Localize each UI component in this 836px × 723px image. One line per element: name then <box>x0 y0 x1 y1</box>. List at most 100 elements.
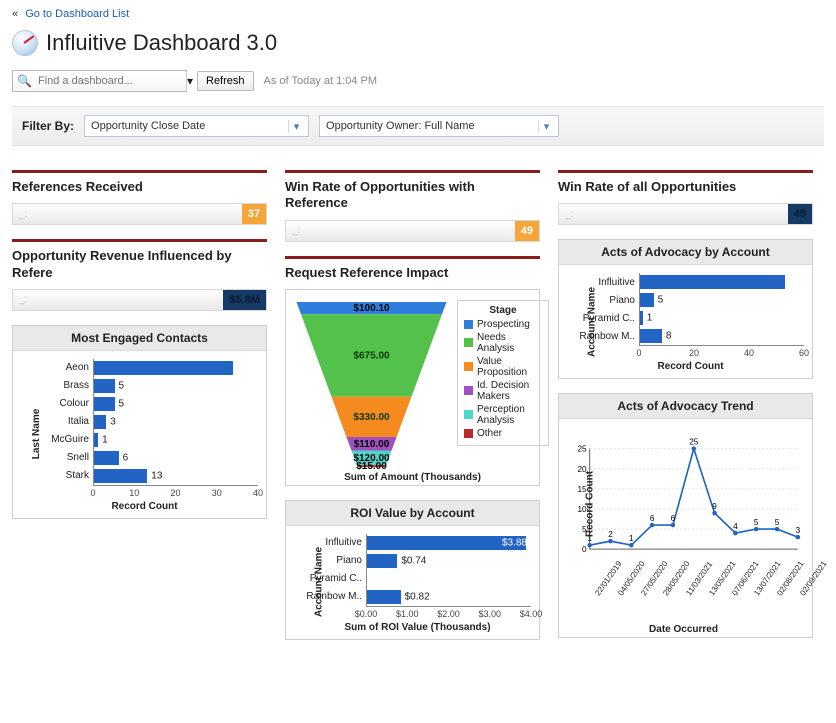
legend-item: Value Proposition <box>464 356 542 378</box>
funnel-value-label: $675.00 <box>353 350 390 361</box>
bar-fill <box>367 554 397 568</box>
toolbar: 🔍 ▾ Refresh As of Today at 1:04 PM <box>12 70 824 92</box>
bar-fill <box>94 415 106 429</box>
chevron-down-icon[interactable]: ▾ <box>186 71 193 91</box>
column-3: Win Rate of all Opportunities _: 49 Acts… <box>558 170 813 640</box>
bar-track: 8 <box>639 327 804 345</box>
gauge-tick: _: <box>19 294 27 305</box>
legend-label: Other <box>477 428 502 439</box>
gauge-tick: _: <box>19 209 27 220</box>
point-label: 6 <box>671 514 676 523</box>
bar-track: 53 <box>639 273 804 291</box>
x-tick: 10 <box>129 488 139 498</box>
y-axis-label: Record Count <box>585 471 596 537</box>
svg-text:0: 0 <box>582 546 587 555</box>
bar-fill <box>94 379 115 393</box>
bar-value-label: $0.82 <box>405 591 430 602</box>
point-label: 5 <box>775 518 780 527</box>
legend-label: Needs Analysis <box>477 332 542 354</box>
data-point <box>733 531 738 536</box>
metric-references-received: References Received _: 37 <box>12 170 267 225</box>
bar-row: Pyramid C.. 1 <box>577 309 804 327</box>
filter-owner-dropdown[interactable]: Opportunity Owner: Full Name ▾ <box>319 115 559 137</box>
x-axis-label: Record Count <box>31 501 258 512</box>
x-tick: $0.00 <box>355 609 378 619</box>
x-axis-label: Record Count <box>577 361 804 372</box>
find-dashboard-combobox[interactable]: 🔍 ▾ <box>12 70 187 92</box>
x-tick: $1.00 <box>396 609 419 619</box>
chart-engaged-contacts[interactable]: Most Engaged Contacts Last Name Aeon 34 … <box>12 325 267 519</box>
gauge-icon <box>12 30 38 56</box>
bar-series: Influitive 53 Piano 5 Pyramid C.. 1 Rain… <box>577 273 804 345</box>
bar-row: Rainbow M.. 8 <box>577 327 804 345</box>
component-title: Win Rate of all Opportunities <box>558 170 813 195</box>
back-link[interactable]: Go to Dashboard List <box>25 8 129 20</box>
bar-fill <box>94 397 115 411</box>
x-tick: $3.00 <box>478 609 501 619</box>
legend-label: Id. Decision Makers <box>477 380 542 402</box>
gauge-value: $5.8M <box>223 290 266 310</box>
x-tick: 30 <box>212 488 222 498</box>
x-tick: 60 <box>799 348 809 358</box>
gauge-bar[interactable]: _: 37 <box>12 203 267 225</box>
component-title: Opportunity Revenue Influenced by Refere <box>12 239 267 281</box>
x-axis-label: Sum of ROI Value (Thousands) <box>304 622 531 633</box>
bar-track: 34 <box>93 359 258 377</box>
bar-row: Rainbow M.. $0.82 <box>304 588 531 606</box>
point-label: 3 <box>796 526 801 535</box>
legend-label: Value Proposition <box>477 356 542 378</box>
bar-track: $0.82 <box>366 588 531 606</box>
bar-value-label: 13 <box>151 470 162 481</box>
filter-close-date-dropdown[interactable]: Opportunity Close Date ▾ <box>84 115 309 137</box>
line-svg: 0510152025121662594553 <box>563 427 804 577</box>
data-point <box>629 543 634 548</box>
bar-row: Influitive 53 <box>577 273 804 291</box>
gauge-bar[interactable]: _: $5.8M <box>12 289 267 311</box>
metric-revenue-influenced: Opportunity Revenue Influenced by Refere… <box>12 239 267 311</box>
x-axis-ticks: 0204060 <box>639 345 804 359</box>
gauge-bar[interactable]: _: 49 <box>558 203 813 225</box>
bar-fill <box>640 293 654 307</box>
filter-bar: Filter By: Opportunity Close Date ▾ Oppo… <box>12 106 824 146</box>
filter-owner-value: Opportunity Owner: Full Name <box>326 120 475 132</box>
bar-fill <box>640 329 662 343</box>
legend-title: Stage <box>464 305 542 316</box>
x-tick: 20 <box>689 348 699 358</box>
gauge-value: 49 <box>515 221 539 241</box>
bar-fill <box>94 451 119 465</box>
gauge-tick: _: <box>292 225 300 236</box>
bar-value-label: 1 <box>102 434 108 445</box>
x-axis-ticks: 22/01/201904/05/202027/05/202028/05/2020… <box>589 580 804 622</box>
bar-track: 1 <box>639 309 804 327</box>
find-dashboard-input[interactable] <box>36 74 182 88</box>
chart-acts-by-account[interactable]: Acts of Advocacy by Account Account Name… <box>558 239 813 379</box>
column-1: References Received _: 37 Opportunity Re… <box>12 170 267 640</box>
data-point <box>712 511 717 516</box>
bar-track: 5 <box>93 395 258 413</box>
chart-title: Most Engaged Contacts <box>13 326 266 351</box>
category-label: Brass <box>31 380 89 391</box>
bar-row: Brass 5 <box>31 377 258 395</box>
x-tick: 20 <box>170 488 180 498</box>
filter-close-date-value: Opportunity Close Date <box>91 120 205 132</box>
bar-track: $0.74 <box>366 552 531 570</box>
bar-track: 5 <box>639 291 804 309</box>
filter-by-label: Filter By: <box>22 119 74 133</box>
x-axis-label: Sum of Amount (Thousands) <box>290 472 535 483</box>
chart-acts-trend[interactable]: Acts of Advocacy Trend Record Count 0510… <box>558 393 813 638</box>
breadcrumb: « Go to Dashboard List <box>12 8 824 20</box>
chart-funnel[interactable]: $100.10$675.00$330.00$110.00$120.00$15.0… <box>285 289 540 486</box>
gauge-bar[interactable]: _: 49 <box>285 220 540 242</box>
data-point <box>671 523 676 528</box>
chevron-down-icon: ▾ <box>288 120 304 133</box>
refresh-button[interactable]: Refresh <box>197 71 254 91</box>
line-series <box>590 449 798 545</box>
x-tick: 0 <box>636 348 641 358</box>
x-axis-ticks: 010203040 <box>93 485 258 499</box>
x-tick: 40 <box>253 488 263 498</box>
column-2: Win Rate of Opportunities with Reference… <box>285 170 540 640</box>
chart-roi-by-account[interactable]: ROI Value by Account Account Name Influi… <box>285 500 540 640</box>
bar-series: Influitive $3.88 Piano $0.74 Pyramid C..… <box>304 534 531 606</box>
bar-value-label: $0.74 <box>401 555 426 566</box>
dashboard-grid: References Received _: 37 Opportunity Re… <box>12 170 824 640</box>
